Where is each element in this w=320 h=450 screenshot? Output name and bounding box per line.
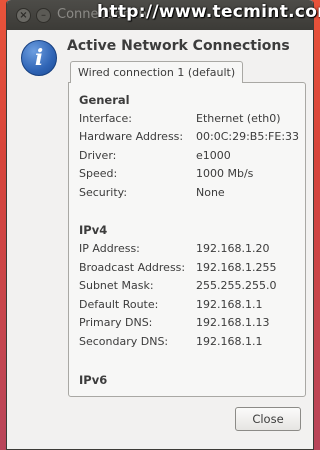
- info-icon: i: [21, 40, 57, 76]
- row-value: 00:0C:29:B5:FE:33: [196, 130, 300, 143]
- row-value: 192.168.1.13: [196, 316, 270, 329]
- section-ipv4-title: IPv4: [79, 223, 108, 237]
- row-value: 192.168.1.255: [196, 261, 277, 274]
- row-label: Interface:: [79, 112, 132, 125]
- row-label: Default Route:: [79, 298, 159, 311]
- tab-wired-connection[interactable]: Wired connection 1 (default): [70, 61, 244, 83]
- row-label: Driver:: [79, 149, 117, 162]
- row-value: None: [196, 186, 225, 199]
- title-bar[interactable]: × – Connection Information http://www.te…: [7, 0, 320, 30]
- dialog-heading: Active Network Connections: [67, 38, 290, 54]
- minimize-icon[interactable]: –: [36, 8, 51, 23]
- connection-details-panel: General Interface: Ethernet (eth0) Hardw…: [68, 82, 306, 397]
- row-label: Hardware Address:: [79, 130, 184, 143]
- row-value: 255.255.255.0: [196, 279, 277, 292]
- info-row: Default Route: 192.168.1.1: [79, 298, 301, 316]
- info-row: Primary DNS: 192.168.1.13: [79, 316, 301, 334]
- row-label: Primary DNS:: [79, 316, 153, 329]
- row-value: 1000 Mb/s: [196, 167, 254, 180]
- info-row: Subnet Mask: 255.255.255.0: [79, 279, 301, 297]
- info-row: Speed: 1000 Mb/s: [79, 167, 301, 185]
- row-label: Speed:: [79, 167, 118, 180]
- connection-info-window: × – Connection Information http://www.te…: [6, 0, 320, 450]
- row-label: Broadcast Address:: [79, 261, 186, 274]
- info-row: IP Address: 192.168.1.20: [79, 242, 301, 260]
- info-row: Secondary DNS: 192.168.1.1: [79, 335, 301, 353]
- info-row: Broadcast Address: 192.168.1.255: [79, 261, 301, 279]
- info-row: Hardware Address: 00:0C:29:B5:FE:33: [79, 130, 301, 148]
- close-button[interactable]: Close: [235, 407, 301, 431]
- row-label: Subnet Mask:: [79, 279, 154, 292]
- close-icon[interactable]: ×: [16, 8, 31, 23]
- section-general-title: General: [79, 93, 130, 107]
- row-value: Ethernet (eth0): [196, 112, 281, 125]
- row-label: Secondary DNS:: [79, 335, 169, 348]
- row-value: 192.168.1.1: [196, 335, 263, 348]
- row-label: Security:: [79, 186, 128, 199]
- row-label: IP Address:: [79, 242, 140, 255]
- watermark: http://www.tecmint.com: [97, 2, 320, 22]
- section-ipv6-title: IPv6: [79, 373, 108, 387]
- row-value: 192.168.1.1: [196, 298, 263, 311]
- row-value: e1000: [196, 149, 231, 162]
- info-row: Security: None: [79, 186, 301, 204]
- info-row: Interface: Ethernet (eth0): [79, 112, 301, 130]
- info-row: Driver: e1000: [79, 149, 301, 167]
- row-value: 192.168.1.20: [196, 242, 270, 255]
